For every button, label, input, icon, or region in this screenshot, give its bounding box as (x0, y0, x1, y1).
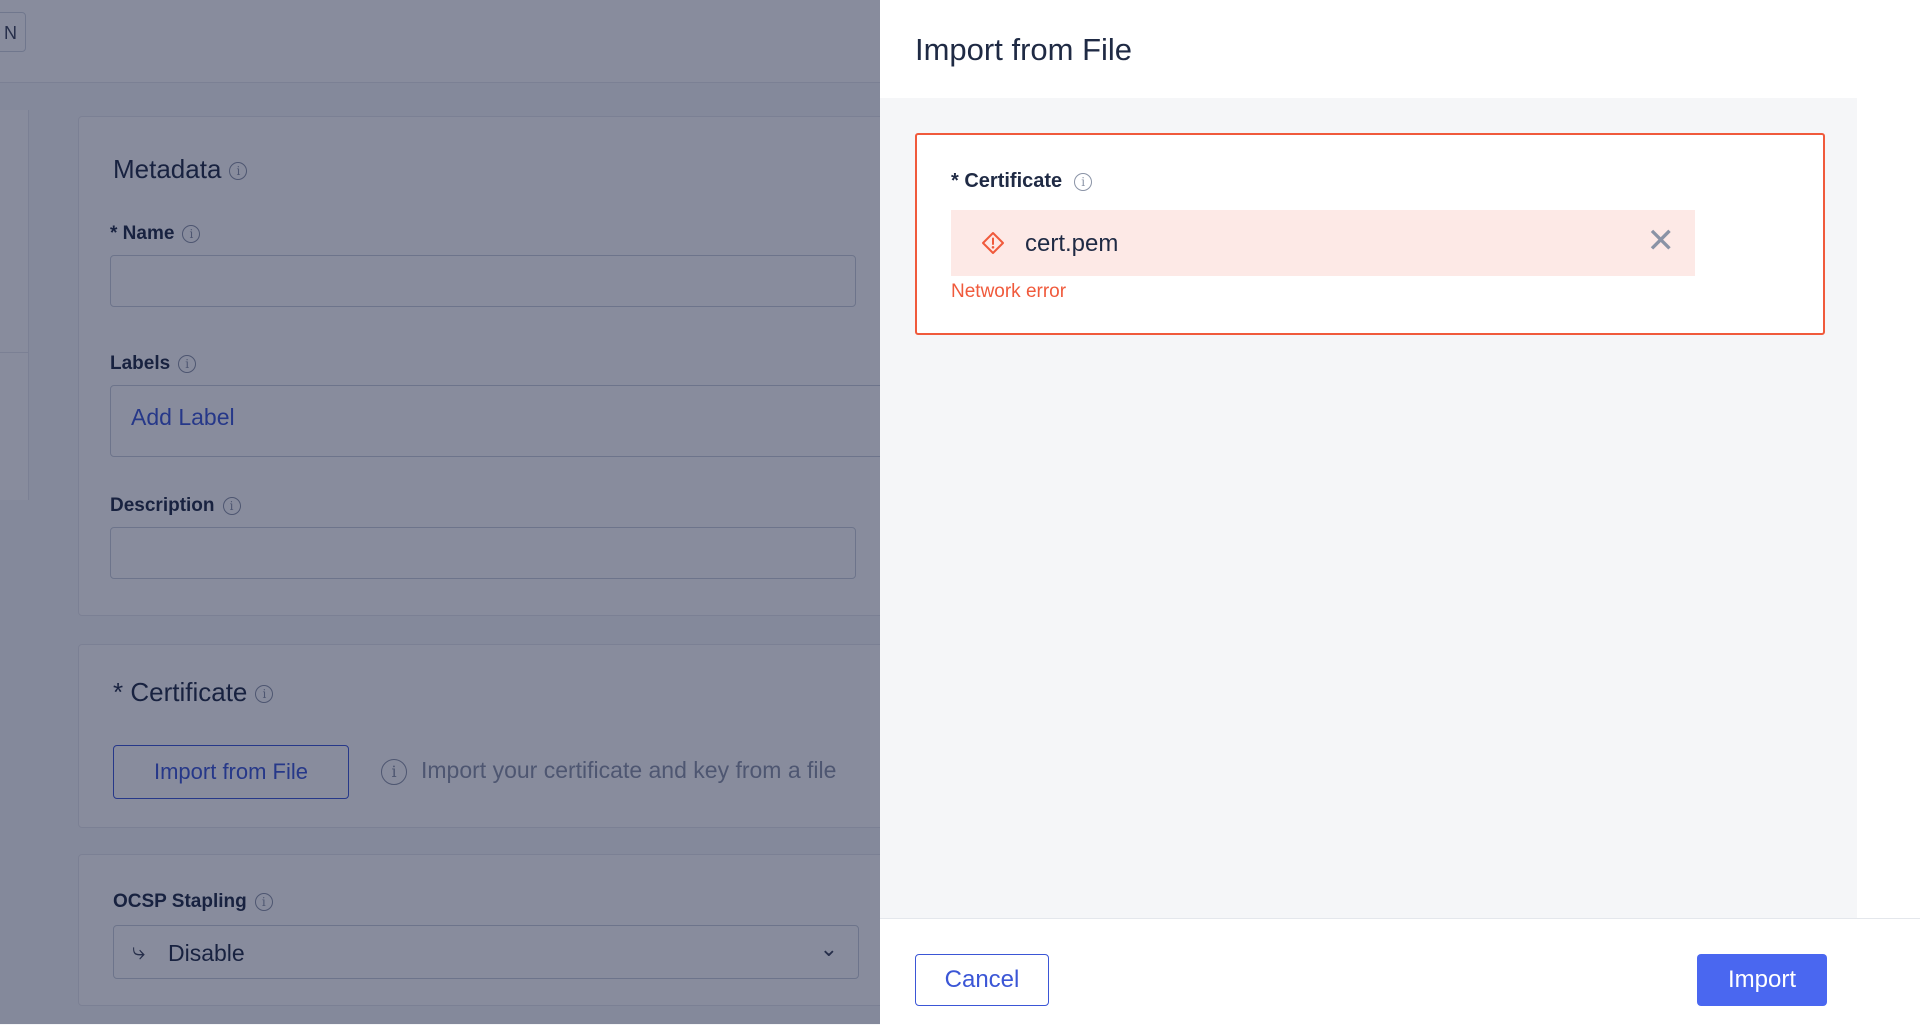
import-drawer: Import from File * Certificate i cert.pem… (880, 0, 1920, 1025)
drawer-title: Import from File (915, 32, 1133, 67)
error-message: Network error (951, 281, 1067, 302)
uploaded-file-item: cert.pem ✕ (951, 210, 1695, 276)
certificate-upload-box: * Certificate i cert.pem ✕ Network error (915, 133, 1825, 335)
close-icon[interactable]: ✕ (1647, 224, 1676, 258)
cancel-button[interactable]: Cancel (915, 954, 1049, 1006)
info-icon[interactable]: i (1074, 172, 1093, 191)
warning-diamond-icon (982, 232, 1004, 254)
certificate-label-text: * Certificate (951, 170, 1063, 192)
drawer-header: Import from File (880, 0, 1920, 98)
file-name: cert.pem (1025, 230, 1119, 257)
certificate-label: * Certificate i (951, 170, 1093, 193)
drawer-body: * Certificate i cert.pem ✕ Network error (880, 98, 1857, 918)
drawer-edge (1857, 98, 1920, 918)
import-button[interactable]: Import (1697, 954, 1827, 1006)
drawer-footer: Cancel Import (880, 918, 1920, 1025)
